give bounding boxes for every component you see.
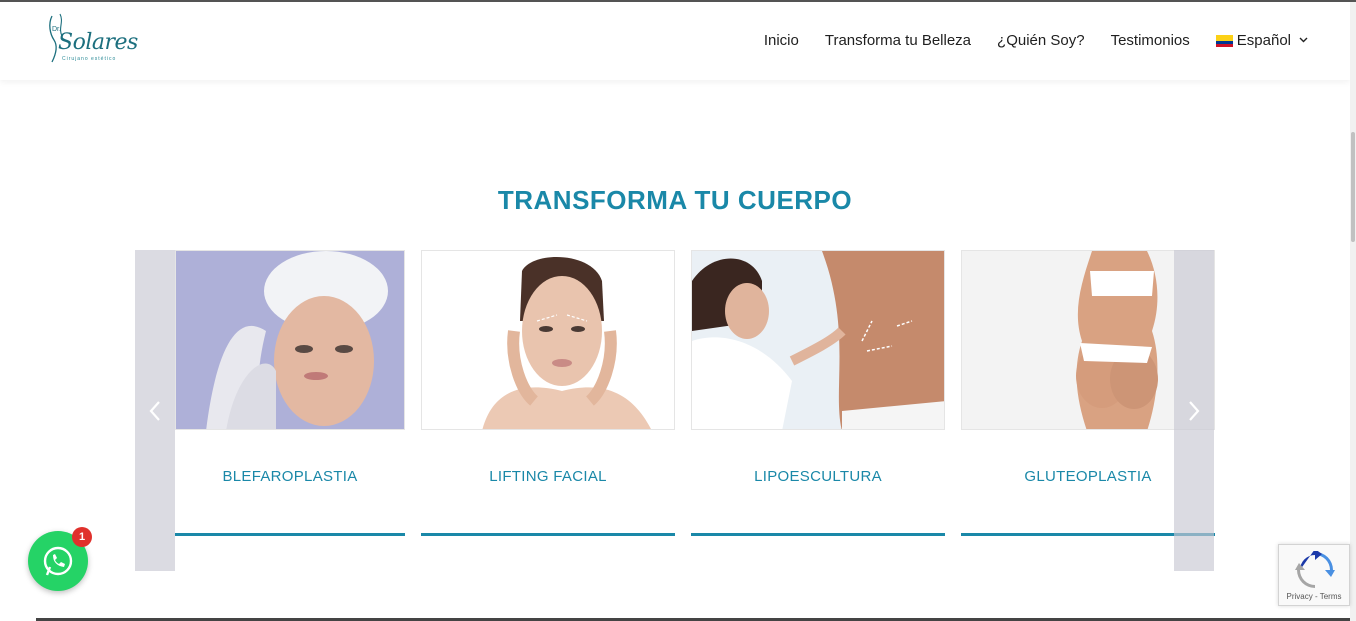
- procedure-image-lipoescultura: [691, 250, 945, 430]
- card-underline: [691, 533, 945, 536]
- nav-item-testimonios[interactable]: Testimonios: [1111, 32, 1190, 49]
- card-underline: [175, 533, 405, 536]
- nav-item-transforma[interactable]: Transforma tu Belleza: [825, 32, 971, 49]
- procedure-card[interactable]: BLEFAROPLASTIA: [175, 250, 405, 536]
- chevron-right-icon: [1189, 400, 1200, 421]
- carousel-next-button[interactable]: [1174, 250, 1214, 571]
- procedure-card[interactable]: LIFTING FACIAL: [421, 250, 675, 536]
- colombia-flag-icon: [1215, 34, 1233, 47]
- procedure-label: LIPOESCULTURA: [754, 468, 882, 485]
- logo-brand: Solares: [58, 30, 138, 55]
- procedures-carousel: BLEFAROPLASTIA LIFTING FACIAL LIPOESCULT…: [135, 250, 1215, 571]
- page-scrollbar[interactable]: [1350, 2, 1356, 621]
- section-title: TRANSFORMA TU CUERPO: [497, 185, 853, 215]
- chevron-left-icon: [149, 400, 160, 421]
- procedure-image-blefaroplastia: [175, 250, 405, 430]
- recaptcha-links[interactable]: Privacy - Terms: [1279, 592, 1349, 601]
- nav-item-inicio[interactable]: Inicio: [764, 32, 799, 49]
- nav-item-quien-soy[interactable]: ¿Quién Soy?: [997, 32, 1085, 49]
- site-logo[interactable]: Dr. Solares Cirujano estético: [44, 12, 138, 64]
- procedure-image-lifting-facial: [421, 250, 675, 430]
- language-selector[interactable]: Español: [1215, 32, 1308, 49]
- recaptcha-icon: [1295, 551, 1335, 588]
- procedure-label: BLEFAROPLASTIA: [222, 468, 358, 485]
- language-label: Español: [1236, 32, 1291, 49]
- main-nav: Inicio Transforma tu Belleza ¿Quién Soy?…: [764, 32, 1308, 49]
- procedure-card[interactable]: LIPOESCULTURA: [691, 250, 945, 536]
- recaptcha-widget[interactable]: Privacy - Terms: [1278, 544, 1350, 606]
- chevron-down-icon: [1299, 35, 1308, 46]
- notification-badge: 1: [72, 527, 92, 547]
- carousel-prev-button[interactable]: [135, 250, 175, 571]
- whatsapp-icon: [43, 546, 73, 576]
- card-underline: [421, 533, 675, 536]
- scrollbar-thumb[interactable]: [1351, 132, 1355, 242]
- site-header: Dr. Solares Cirujano estético Inicio Tra…: [0, 2, 1350, 80]
- procedure-label: LIFTING FACIAL: [489, 468, 607, 485]
- logo-tagline: Cirujano estético: [62, 56, 117, 62]
